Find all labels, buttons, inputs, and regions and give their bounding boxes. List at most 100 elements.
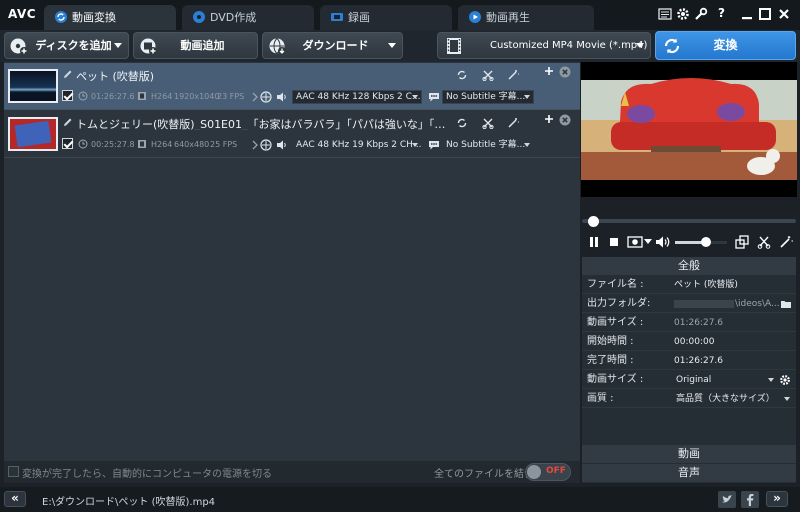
help-icon[interactable]: ?	[718, 6, 732, 20]
refresh-icon[interactable]	[456, 69, 468, 81]
download-button[interactable]: ダウンロード	[262, 32, 403, 59]
file-fps: 25 FPS	[210, 140, 238, 149]
chevron-down-icon	[524, 95, 530, 99]
audio-track-icon[interactable]	[260, 139, 272, 151]
snapshot-icon[interactable]	[627, 235, 643, 249]
prop-value: Original	[676, 375, 712, 385]
maximize-icon[interactable]	[758, 7, 772, 21]
tab-dvd-create[interactable]: DVD作成	[182, 5, 314, 30]
prop-value[interactable]: \ideos\A...	[735, 295, 780, 313]
prop-value: 01:26:27.6	[674, 318, 724, 328]
edit-title-icon[interactable]	[62, 69, 73, 80]
magic-wand-icon[interactable]	[507, 69, 519, 81]
volume-handle[interactable]	[701, 237, 712, 247]
prop-value[interactable]: 01:26:27.6	[674, 352, 723, 370]
file-resolution: 1920x1040	[174, 92, 220, 101]
shutdown-checkbox[interactable]	[8, 466, 19, 477]
wrench-icon[interactable]	[694, 7, 708, 21]
remove-icon[interactable]	[559, 66, 571, 78]
folder-icon[interactable]	[780, 299, 792, 309]
volume-icon[interactable]	[655, 235, 671, 249]
chevron-down-icon	[114, 43, 122, 48]
prop-value[interactable]: 00:00:00	[674, 333, 714, 351]
video-section-header[interactable]: 動画	[582, 445, 796, 463]
merge-toggle[interactable]: OFF	[525, 463, 571, 481]
convert-icon	[664, 38, 680, 54]
list-icon[interactable]	[658, 7, 672, 21]
expand-panel-button[interactable]: »	[766, 491, 788, 507]
tab-video-convert[interactable]: 動画変換	[44, 5, 176, 30]
refresh-icon	[55, 11, 67, 23]
app-logo: AVC	[8, 7, 37, 21]
prop-frame-size: 動画サイズ : Original	[582, 371, 796, 389]
video-codec-icon	[138, 140, 146, 148]
toggle-knob	[527, 465, 541, 479]
file-row[interactable]: トムとジェリー(吹替版)_S01E01_「お家はバラバラ」「パパは強いな」「ジェ…	[4, 111, 580, 157]
video-thumbnail	[8, 117, 58, 151]
chevron-down-icon	[636, 43, 644, 48]
collapse-panel-button[interactable]: «	[4, 491, 26, 507]
chevron-down-icon	[524, 143, 530, 147]
add-icon[interactable]	[544, 114, 554, 124]
tab-label: 録画	[348, 11, 370, 24]
audio-section-header[interactable]: 音声	[582, 464, 796, 482]
twitter-icon[interactable]	[718, 491, 736, 508]
tab-record[interactable]: 録画	[320, 5, 452, 30]
quality-select[interactable]: 高品質（大きなサイズ）	[672, 391, 792, 407]
gear-icon[interactable]	[779, 374, 791, 386]
file-checkbox[interactable]	[62, 138, 73, 149]
refresh-icon[interactable]	[456, 117, 468, 129]
subtitle-select[interactable]: No Subtitle 字幕...	[442, 138, 534, 152]
audio-track-value: AAC 48 KHz 19 Kbps 2 CH ...	[296, 140, 422, 150]
scissors-icon[interactable]	[482, 69, 494, 81]
tab-video-play[interactable]: 動画再生	[458, 5, 594, 30]
pause-icon[interactable]	[588, 236, 600, 248]
magic-wand-icon[interactable]	[779, 235, 793, 249]
merge-label: 全てのファイルを結合	[434, 469, 534, 480]
clock-icon	[78, 91, 88, 101]
audio-track-select[interactable]: AAC 48 KHz 128 Kbps 2 C...	[292, 90, 422, 104]
scissors-icon[interactable]	[757, 235, 771, 249]
scissors-icon[interactable]	[482, 117, 494, 129]
chevron-right-icon	[252, 140, 258, 150]
stop-icon[interactable]	[608, 236, 620, 248]
video-preview[interactable]	[581, 62, 797, 197]
player-controls	[581, 232, 797, 252]
file-checkbox[interactable]	[62, 90, 73, 101]
output-profile-select[interactable]: Customized MP4 Movie (*.mp4)	[437, 32, 651, 59]
frame-size-select[interactable]: Original	[672, 372, 776, 388]
prop-start-time: 開始時間 : 00:00:00	[582, 333, 796, 351]
copy-icon[interactable]	[735, 235, 749, 249]
convert-button[interactable]: 変換	[655, 31, 796, 60]
video-thumbnail	[8, 69, 58, 103]
minimize-icon[interactable]	[740, 7, 754, 21]
prop-value[interactable]: ペット (吹替版)	[674, 276, 738, 294]
audio-track-icon[interactable]	[260, 91, 272, 103]
prop-key: ファイル名 :	[587, 279, 644, 290]
speaker-icon	[277, 92, 286, 102]
chevron-down-icon[interactable]	[644, 239, 652, 245]
facebook-icon[interactable]	[741, 491, 759, 508]
close-icon[interactable]	[777, 7, 791, 21]
add-video-button[interactable]: 動画追加	[133, 32, 258, 59]
audio-track-select[interactable]: AAC 48 KHz 19 Kbps 2 CH ...	[292, 138, 422, 152]
add-disc-icon	[10, 38, 28, 55]
toggle-state: OFF	[546, 466, 566, 476]
seek-handle[interactable]	[587, 216, 599, 227]
gear-icon[interactable]	[676, 7, 690, 21]
file-row[interactable]: ペット (吹替版) 01:26:27.6 H264 1920x1040 23 F…	[4, 63, 580, 109]
seek-bar[interactable]	[582, 219, 796, 223]
file-title[interactable]: トムとジェリー(吹替版)_S01E01_「お家はバラバラ」「パパは強いな」「ジェ…	[76, 116, 456, 130]
add-disc-button[interactable]: ディスクを追加	[4, 32, 129, 59]
magic-wand-icon[interactable]	[507, 117, 519, 129]
general-section-header[interactable]: 全般	[582, 257, 796, 275]
file-title[interactable]: ペット (吹替版)	[76, 68, 456, 82]
edit-title-icon[interactable]	[62, 117, 73, 128]
chevron-down-icon	[768, 378, 774, 382]
remove-icon[interactable]	[559, 114, 571, 126]
add-icon[interactable]	[544, 66, 554, 76]
file-codec: H264	[151, 140, 173, 149]
clock-icon	[78, 139, 88, 149]
prop-key: 画質 :	[587, 393, 614, 404]
subtitle-select[interactable]: No Subtitle 字幕...	[442, 90, 534, 104]
